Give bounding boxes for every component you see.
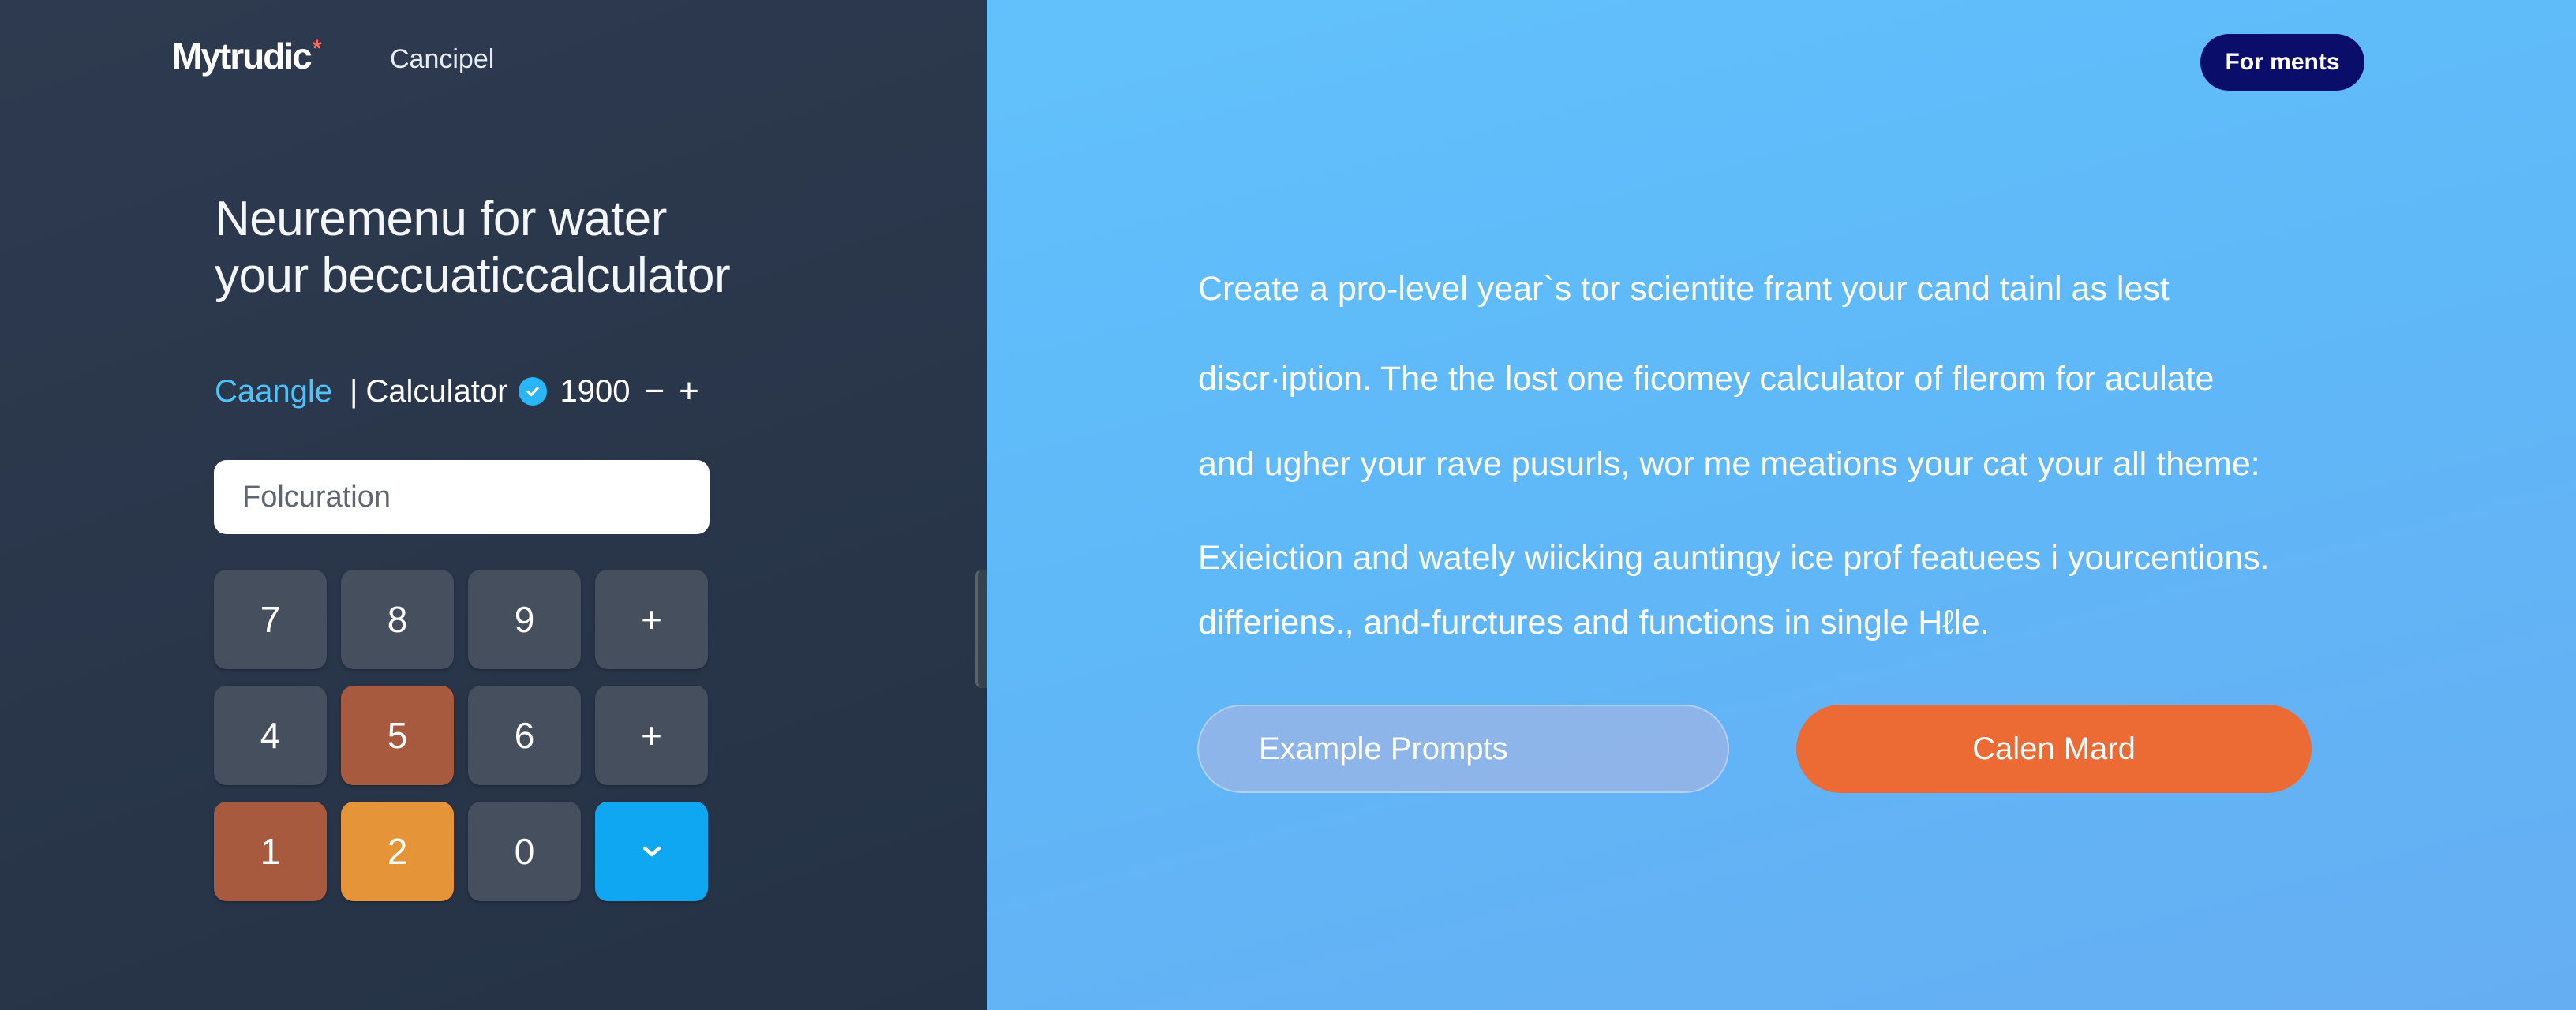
description-line-2: discr·iption. The the lost one ficomey c… (1198, 360, 2215, 398)
decrement-button[interactable]: − (644, 372, 665, 411)
key-2[interactable]: 2 (341, 802, 454, 901)
check-icon (642, 846, 661, 857)
description-line-3: and ugher your rave pusurls, wor me meat… (1198, 445, 2260, 483)
increment-button[interactable]: + (679, 372, 699, 411)
info-panel: For ments Create a pro-level year`s tor … (987, 0, 2576, 1010)
nav-link-cancipel[interactable]: Cancipel (390, 44, 494, 75)
check-circle-icon (519, 377, 548, 406)
key-plus-2[interactable]: + (595, 686, 708, 785)
key-5[interactable]: 5 (341, 686, 454, 785)
key-confirm[interactable] (595, 802, 708, 901)
calen-mard-button[interactable]: Calen Mard (1796, 705, 2312, 793)
description-line-1: Create a pro-level year`s tor scientite … (1198, 270, 2170, 308)
calculator-label: Calculator (365, 373, 508, 409)
key-plus[interactable]: + (595, 570, 708, 669)
key-7[interactable]: 7 (214, 570, 327, 669)
description-line-4: Exieiction and watelу wiicking auntingy … (1198, 539, 2270, 577)
page: Mytrudic* Cancipel Neuremenu for water y… (0, 0, 2576, 1010)
headline-line-2: your beccuaticcalculator (215, 249, 731, 303)
key-0[interactable]: 0 (468, 802, 581, 901)
for-ments-button[interactable]: For ments (2200, 34, 2364, 91)
key-4[interactable]: 4 (214, 686, 327, 785)
calculator-subheader: Caangle | Calculator 1900 − + (215, 369, 699, 413)
value-display: 1900 (560, 373, 631, 409)
headline-line-1: Neuremenu for water (215, 192, 667, 246)
calculation-input[interactable] (214, 460, 710, 534)
key-6[interactable]: 6 (468, 686, 581, 785)
description-line-5: differiens., and-furctures and functions… (1198, 604, 1990, 642)
page-title: Neuremenu for water your beccuaticcalcul… (215, 191, 925, 305)
key-1[interactable]: 1 (214, 802, 327, 901)
example-prompts-button[interactable]: Example Prompts (1197, 705, 1729, 793)
category-link[interactable]: Caangle (215, 374, 332, 410)
brand-logo[interactable]: Mytrudic* (172, 35, 322, 77)
calculator-panel: Mytrudic* Cancipel Neuremenu for water y… (0, 0, 989, 1010)
separator: | (350, 373, 358, 409)
key-8[interactable]: 8 (341, 570, 454, 669)
brand-name: Mytrudic (172, 36, 313, 77)
brand-mark: * (312, 35, 322, 62)
keypad: 7 8 9 + 4 5 6 + 1 2 0 (214, 570, 708, 901)
key-9[interactable]: 9 (468, 570, 581, 669)
